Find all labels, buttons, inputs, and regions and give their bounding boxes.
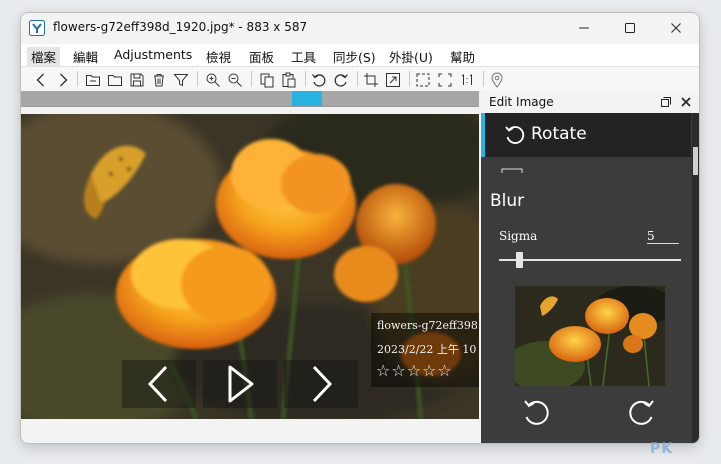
rotate-right-button[interactable] xyxy=(331,70,351,89)
toolbar xyxy=(21,66,699,93)
rotate-clockwise-button[interactable] xyxy=(621,393,661,433)
panel-close-icon[interactable] xyxy=(681,97,691,107)
selection-accent xyxy=(481,113,485,157)
previous-image-button[interactable] xyxy=(122,360,196,408)
date-taken-label: 2023/2/22 上午 10 xyxy=(377,343,477,356)
forward-button[interactable] xyxy=(53,70,73,89)
open-folder-button[interactable] xyxy=(83,70,103,89)
status-strip xyxy=(21,419,479,443)
menu-panels[interactable]: 面板 xyxy=(249,47,274,66)
app-window: flowers-g72eff398d_1920.jpg* - 883 x 587… xyxy=(20,12,700,444)
delete-icon xyxy=(154,73,164,86)
image-viewer[interactable]: flowers-g72eff398d 2023/2/22 上午 10 ☆☆☆☆☆ xyxy=(21,114,479,419)
forward-icon xyxy=(60,73,68,86)
copy-icon xyxy=(260,73,274,87)
rotate-right-icon xyxy=(334,73,348,87)
star-rating[interactable]: ☆☆☆☆☆ xyxy=(376,361,453,380)
maximize-icon xyxy=(625,23,635,33)
rotate-section-header[interactable]: Rotate xyxy=(481,113,691,157)
edit-panel-header: Edit Image xyxy=(481,91,699,113)
minimize-icon xyxy=(579,27,589,29)
sigma-value-input[interactable]: 5 xyxy=(647,229,679,244)
location-pin-button[interactable] xyxy=(487,70,507,89)
edit-panel-title: Edit Image xyxy=(489,95,554,109)
menu-edit[interactable]: 編輯 xyxy=(73,47,98,66)
close-button[interactable] xyxy=(653,13,699,43)
zoom-out-icon xyxy=(228,73,242,87)
select-icon xyxy=(416,73,430,86)
delete-button[interactable] xyxy=(149,70,169,89)
select-partial-icon xyxy=(438,73,452,86)
actual-size-button[interactable] xyxy=(457,70,477,89)
menu-adjustments[interactable]: Adjustments xyxy=(114,47,192,62)
rotate-icon xyxy=(505,126,525,144)
thumbnail-strip-position[interactable] xyxy=(292,91,322,106)
chevron-left-icon xyxy=(147,365,168,403)
select-button[interactable] xyxy=(413,70,433,89)
folder-button[interactable] xyxy=(105,70,125,89)
panel-scrollbar[interactable] xyxy=(692,113,699,443)
select-partial-button[interactable] xyxy=(435,70,455,89)
collapsed-divider-icon xyxy=(501,168,523,173)
rotate-counterclockwise-button[interactable] xyxy=(517,393,557,433)
copy-button[interactable] xyxy=(257,70,277,89)
open-folder-icon xyxy=(86,74,100,86)
save-button[interactable] xyxy=(127,70,147,89)
zoom-in-button[interactable] xyxy=(203,70,223,89)
rotate-label: Rotate xyxy=(531,124,587,144)
preview-image xyxy=(515,286,665,386)
filter-icon xyxy=(173,73,189,86)
file-name-label: flowers-g72eff398d xyxy=(377,319,477,332)
image-info-overlay: flowers-g72eff398d 2023/2/22 上午 10 ☆☆☆☆☆ xyxy=(371,313,479,387)
resize-icon xyxy=(386,72,400,87)
thumbnail-strip[interactable] xyxy=(21,91,479,107)
play-icon xyxy=(228,365,254,403)
menu-tools[interactable]: 工具 xyxy=(291,47,316,66)
preview-thumbnail xyxy=(515,286,665,386)
zoom-out-button[interactable] xyxy=(225,70,245,89)
menu-bar: 檔案 編輯 Adjustments 檢視 面板 工具 同步(S) 外掛(U) 幫… xyxy=(21,44,699,66)
window-title: flowers-g72eff398d_1920.jpg* - 883 x 587 xyxy=(53,20,308,34)
title-bar: flowers-g72eff398d_1920.jpg* - 883 x 587 xyxy=(21,13,699,43)
filter-button[interactable] xyxy=(171,70,191,89)
minimize-button[interactable] xyxy=(561,13,607,43)
rotate-left-button[interactable] xyxy=(309,70,329,89)
watermark-logo: PK xyxy=(650,441,674,457)
maximize-button[interactable] xyxy=(607,13,653,43)
menu-help[interactable]: 幫助 xyxy=(450,47,475,66)
blur-section-title: Blur xyxy=(490,191,525,211)
close-icon xyxy=(671,23,681,33)
menu-view[interactable]: 檢視 xyxy=(206,47,231,66)
rotate-clockwise-icon xyxy=(629,400,654,425)
back-button[interactable] xyxy=(31,70,51,89)
next-image-button[interactable] xyxy=(284,360,358,408)
actual-size-icon xyxy=(461,73,472,85)
sigma-label: Sigma xyxy=(499,229,538,243)
rotate-left-icon xyxy=(312,73,326,87)
paste-button[interactable] xyxy=(279,70,299,89)
edit-image-panel: Rotate Blur Sigma 5 xyxy=(481,113,699,443)
crop-button[interactable] xyxy=(361,70,381,89)
play-slideshow-button[interactable] xyxy=(203,360,277,408)
menu-file[interactable]: 檔案 xyxy=(27,47,61,66)
sigma-slider-thumb[interactable] xyxy=(515,252,523,268)
menu-sync[interactable]: 同步(S) xyxy=(333,47,376,66)
resize-button[interactable] xyxy=(383,70,403,89)
zoom-in-icon xyxy=(206,73,220,87)
menu-plugins[interactable]: 外掛(U) xyxy=(389,47,433,66)
undock-icon[interactable] xyxy=(661,97,671,107)
folder-icon xyxy=(108,74,122,86)
back-icon xyxy=(36,73,44,86)
rotate-counterclockwise-icon xyxy=(524,400,549,425)
app-icon xyxy=(29,20,45,36)
chevron-right-icon xyxy=(312,365,333,403)
location-pin-icon xyxy=(491,72,503,88)
sigma-slider-track[interactable] xyxy=(499,259,681,261)
panel-scrollbar-thumb[interactable] xyxy=(693,147,698,175)
crop-icon xyxy=(364,72,378,87)
paste-icon xyxy=(282,72,296,87)
save-icon xyxy=(130,73,144,86)
